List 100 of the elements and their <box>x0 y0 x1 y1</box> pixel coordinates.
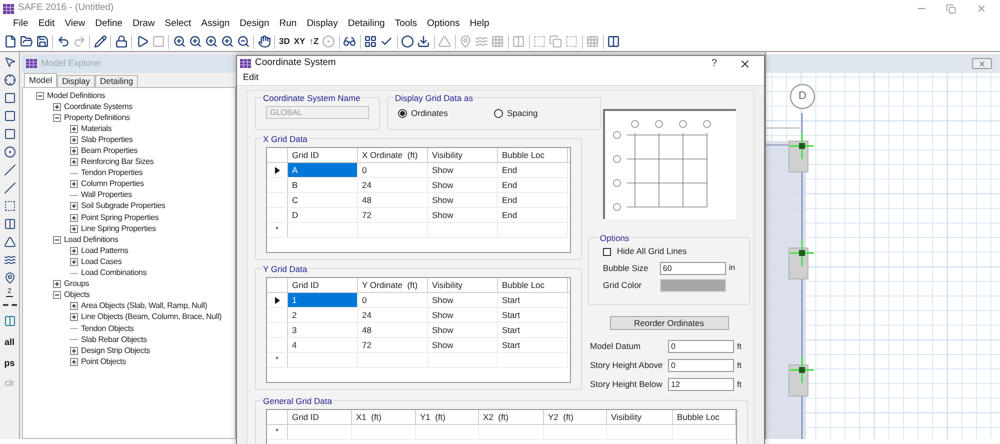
menu-item[interactable]: Assign <box>196 17 235 32</box>
column-header[interactable]: Bubble Loc <box>673 410 736 426</box>
column-header[interactable]: Y Ordinate (ft) <box>358 278 428 294</box>
tree-item[interactable]: Objects <box>64 289 90 302</box>
table-cell[interactable]: End <box>498 208 518 222</box>
reorder-button[interactable]: Reorder Ordinates <box>610 316 728 330</box>
tree-item[interactable]: Property Definitions <box>64 112 130 124</box>
table-cell[interactable]: 4 <box>288 338 297 352</box>
help-button[interactable]: ? <box>711 56 717 71</box>
view-button[interactable]: 3D <box>277 35 292 48</box>
input-field[interactable]: 0 <box>668 359 734 372</box>
table-cell[interactable]: 3 <box>288 324 297 337</box>
column-header[interactable]: X Ordinate (ft) <box>358 148 428 164</box>
tree-item[interactable]: Coordinate Systems <box>64 100 132 113</box>
tree-item[interactable]: Materials <box>81 122 112 135</box>
tab[interactable]: Model <box>24 73 58 87</box>
table-cell[interactable]: 72 <box>358 338 372 352</box>
column-header[interactable]: Y1 (ft) <box>416 410 479 426</box>
tree-item[interactable]: Load Combinations <box>81 267 147 280</box>
table-cell[interactable]: 2 <box>288 308 297 322</box>
tree-item[interactable]: Area Objects (Slab, Wall, Ramp, Null) <box>81 300 208 312</box>
select-button[interactable]: all <box>4 336 14 350</box>
tree-item[interactable]: Tendon Objects <box>81 322 134 335</box>
column-header[interactable]: Grid ID <box>288 410 352 426</box>
column-header[interactable]: Visibility <box>428 278 498 294</box>
table-cell[interactable]: Show <box>428 324 454 337</box>
menu-item[interactable]: File <box>8 17 34 32</box>
tree-item[interactable]: Wall Properties <box>81 189 132 202</box>
menu-item[interactable]: Help <box>464 17 494 32</box>
table-cell[interactable]: 48 <box>358 324 372 337</box>
table-cell[interactable]: 72 <box>358 208 372 222</box>
tree-item[interactable]: Load Patterns <box>81 244 128 257</box>
table-cell[interactable]: Start <box>498 294 520 307</box>
tree-item[interactable]: Reinforcing Bar Sizes <box>81 156 154 168</box>
tree-item[interactable]: Design Strip Objects <box>81 344 150 357</box>
menu-item[interactable]: Options <box>422 17 465 32</box>
tree-item[interactable]: Tendon Properties <box>81 167 143 180</box>
table-cell[interactable]: Show <box>428 338 454 352</box>
column-header[interactable]: X2 (ft) <box>479 410 544 426</box>
table-cell[interactable]: A <box>288 164 298 177</box>
table-cell[interactable]: Show <box>428 164 454 177</box>
tree-item[interactable]: Column Properties <box>81 178 144 190</box>
table-cell[interactable]: D <box>288 208 298 222</box>
column-header[interactable]: Y2 (ft) <box>544 410 607 426</box>
view-button[interactable]: ↑Z <box>307 35 321 48</box>
table-cell[interactable]: Show <box>428 178 454 192</box>
menu-item[interactable]: Tools <box>390 17 422 32</box>
table-cell[interactable]: 0 <box>358 294 367 307</box>
tree-item[interactable]: Point Objects <box>81 356 126 368</box>
select-button[interactable]: ps <box>4 356 15 370</box>
menu-item[interactable]: Define <box>90 17 128 32</box>
view-button[interactable]: XY <box>292 35 308 48</box>
input-field[interactable]: 12 <box>668 378 734 391</box>
tree-item[interactable]: Model Definitions <box>47 90 105 102</box>
table-cell[interactable]: 24 <box>358 178 372 192</box>
table-cell[interactable]: Show <box>428 294 454 307</box>
tab[interactable]: Display <box>57 75 96 87</box>
tree-item[interactable]: Line Spring Properties <box>81 222 156 235</box>
input-field[interactable]: 0 <box>668 340 734 353</box>
menu-item[interactable]: Display <box>302 17 343 32</box>
tree-item[interactable]: Groups <box>64 278 90 290</box>
column-header[interactable]: Bubble Loc <box>498 278 568 294</box>
table-cell[interactable]: End <box>498 194 518 207</box>
menu-item[interactable]: Design <box>234 17 274 32</box>
column-header[interactable]: Bubble Loc <box>498 148 568 164</box>
table-cell[interactable]: Show <box>428 194 454 207</box>
menu-item[interactable]: Edit <box>33 17 60 32</box>
menu-item[interactable]: Draw <box>128 17 160 32</box>
tree-item[interactable]: Load Definitions <box>64 234 118 246</box>
tree-item[interactable]: Line Objects (Beam, Column, Brace, Null) <box>81 311 222 324</box>
tree-item[interactable]: Slab Rebar Objects <box>81 334 147 346</box>
table-cell[interactable]: C <box>288 194 298 207</box>
menu-item[interactable]: Run <box>274 17 302 32</box>
table-cell[interactable]: Start <box>498 308 520 322</box>
menu-item[interactable]: Detailing <box>342 17 390 32</box>
table-cell[interactable]: Show <box>428 308 454 322</box>
tree-item[interactable]: Slab Properties <box>81 134 133 146</box>
tree-item[interactable]: Load Cases <box>81 256 122 268</box>
table-cell[interactable]: End <box>498 178 518 192</box>
tree-item[interactable]: Soil Subgrade Properties <box>81 200 166 212</box>
table-cell[interactable]: Start <box>498 324 520 337</box>
menu-item[interactable]: View <box>60 17 90 32</box>
column-header[interactable]: X1 (ft) <box>352 410 416 426</box>
table-cell[interactable]: 48 <box>358 194 372 207</box>
table-cell[interactable]: 1 <box>288 294 297 307</box>
table-cell[interactable]: Show <box>428 208 454 222</box>
tree-item[interactable]: Point Spring Properties <box>81 212 159 224</box>
menu-item[interactable]: Select <box>160 17 196 32</box>
menu-item[interactable]: Edit <box>243 71 259 84</box>
column-header[interactable]: Visibility <box>607 410 673 426</box>
table-cell[interactable]: B <box>288 178 298 192</box>
input-field[interactable]: 60 <box>660 262 726 275</box>
table-cell[interactable]: 0 <box>358 164 367 177</box>
table-cell[interactable]: 24 <box>358 308 372 322</box>
group-title: Options <box>598 232 630 244</box>
tree-item[interactable]: Beam Properties <box>81 145 138 158</box>
table-cell[interactable]: End <box>498 164 518 177</box>
table-cell[interactable]: Start <box>498 338 520 352</box>
column-header[interactable]: Visibility <box>428 148 498 164</box>
tab[interactable]: Detailing <box>95 75 138 87</box>
